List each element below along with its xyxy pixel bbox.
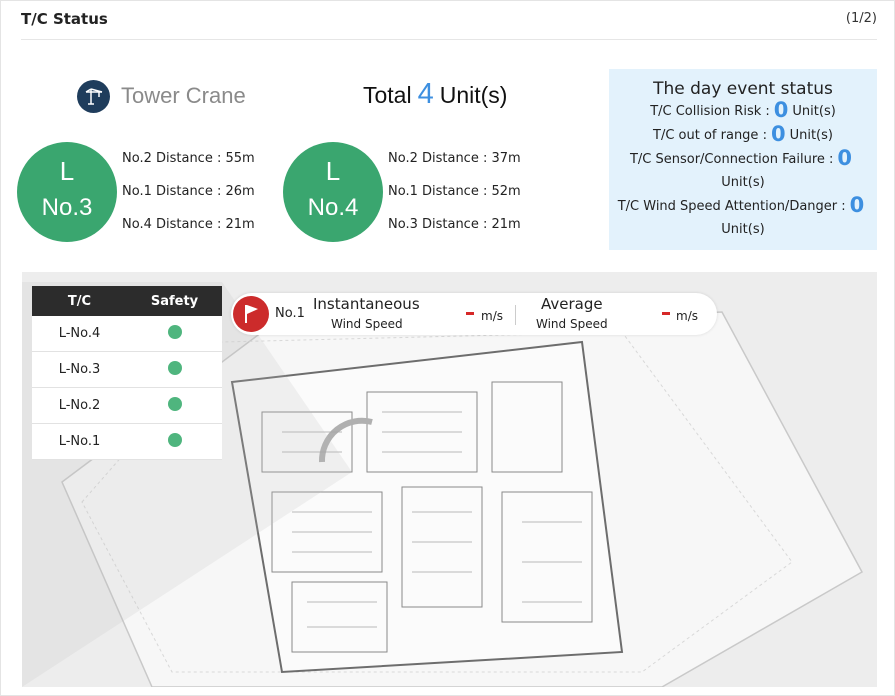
table-row[interactable]: L-No.1 xyxy=(32,424,222,460)
panel-header: T/C Status (1/2) xyxy=(21,1,877,40)
distance-item: No.2 Distance : 55m xyxy=(122,151,255,166)
event-unit: Unit(s) xyxy=(789,128,833,143)
table-row[interactable]: L-No.3 xyxy=(32,352,222,388)
distance-item: No.1 Distance : 26m xyxy=(122,184,255,199)
total-suffix: Unit(s) xyxy=(439,82,508,108)
event-status-title: The day event status xyxy=(653,79,833,99)
event-wind-speed: T/C Wind Speed Attention/Danger :0 Unit(… xyxy=(609,194,877,241)
tc-status-panel: T/C Status (1/2) Tower Crane Total 4 Unit(… xyxy=(0,0,895,696)
table-header: T/C Safety xyxy=(32,286,222,316)
average-sublabel: Wind Speed xyxy=(536,317,608,331)
table-row[interactable]: L-No.2 xyxy=(32,388,222,424)
safety-cell xyxy=(127,396,222,415)
event-count: 0 xyxy=(837,146,853,170)
tc-safety-table: T/C Safety L-No.4 L-No.3 L-No.2 L-No.1 xyxy=(32,286,222,460)
safety-cell xyxy=(127,360,222,379)
crane-icon xyxy=(77,79,110,113)
panel-title: T/C Status xyxy=(21,10,108,28)
safety-cell xyxy=(127,324,222,343)
instantaneous-unit: m/s xyxy=(481,309,503,323)
event-status-box: The day event status T/C Collision Risk … xyxy=(609,69,877,250)
page-indicator[interactable]: (1/2) xyxy=(846,11,877,26)
table-row[interactable]: L-No.4 xyxy=(32,316,222,352)
event-label: T/C Wind Speed Attention/Danger : xyxy=(617,199,846,214)
tc-name: L-No.1 xyxy=(58,434,101,449)
safety-status-dot xyxy=(167,396,182,411)
safety-status-dot xyxy=(167,324,182,339)
total-units: Total 4 Unit(s) xyxy=(363,78,507,111)
tc-name: L-No.2 xyxy=(58,398,101,413)
distance-item: No.1 Distance : 52m xyxy=(388,184,521,199)
instantaneous-sublabel: Wind Speed xyxy=(331,317,403,331)
column-header-tc: T/C xyxy=(67,293,92,309)
safety-cell xyxy=(127,432,222,451)
event-unit: Unit(s) xyxy=(721,175,765,190)
event-out-of-range: T/C out of range :0 Unit(s) xyxy=(609,123,877,147)
wind-divider xyxy=(515,305,516,325)
crane-badge-line2: No.4 xyxy=(307,194,359,221)
event-sensor-failure: T/C Sensor/Connection Failure :0 Unit(s) xyxy=(609,147,877,194)
wind-crane-number: No.1 xyxy=(275,306,305,321)
average-value xyxy=(662,312,670,315)
tower-crane-label: Tower Crane xyxy=(77,79,246,113)
crane-badge-line1: L xyxy=(325,156,341,186)
crane-badge-line1: L xyxy=(59,156,75,186)
tower-crane-text: Tower Crane xyxy=(121,83,246,108)
distance-item: No.4 Distance : 21m xyxy=(122,217,255,232)
crane-no3-distances: No.2 Distance : 55m No.1 Distance : 26m … xyxy=(122,150,255,249)
event-count: 0 xyxy=(773,98,789,122)
crane-no4-distances: No.2 Distance : 37m No.1 Distance : 52m … xyxy=(388,150,521,249)
distance-item: No.2 Distance : 37m xyxy=(388,151,521,166)
safety-status-dot xyxy=(167,432,182,447)
instantaneous-label: Instantaneous xyxy=(313,295,420,313)
event-label: T/C out of range : xyxy=(653,128,767,143)
distance-item: No.3 Distance : 21m xyxy=(388,217,521,232)
wind-speed-panel[interactable]: No.1 Instantaneous Wind Speed m/s Averag… xyxy=(231,293,717,335)
average-unit: m/s xyxy=(676,309,698,323)
flag-icon xyxy=(233,296,269,332)
tc-name: L-No.4 xyxy=(58,326,101,341)
event-collision-risk: T/C Collision Risk :0 Unit(s) xyxy=(609,99,877,123)
event-unit: Unit(s) xyxy=(792,104,836,119)
crane-badge-no4[interactable]: L No.4 xyxy=(283,142,383,242)
crane-badge-line2: No.3 xyxy=(41,194,93,221)
event-unit: Unit(s) xyxy=(721,222,765,237)
tc-name: L-No.3 xyxy=(58,362,101,377)
crane-badge-no3[interactable]: L No.3 xyxy=(17,142,117,242)
instantaneous-value xyxy=(466,312,474,315)
event-label: T/C Sensor/Connection Failure : xyxy=(629,152,834,167)
total-count: 4 xyxy=(417,78,434,110)
column-header-safety: Safety xyxy=(150,293,199,309)
event-label: T/C Collision Risk : xyxy=(650,104,770,119)
average-label: Average xyxy=(541,295,603,313)
event-count: 0 xyxy=(849,193,865,217)
safety-status-dot xyxy=(167,360,182,375)
event-count: 0 xyxy=(770,122,786,146)
total-prefix: Total xyxy=(363,82,412,108)
